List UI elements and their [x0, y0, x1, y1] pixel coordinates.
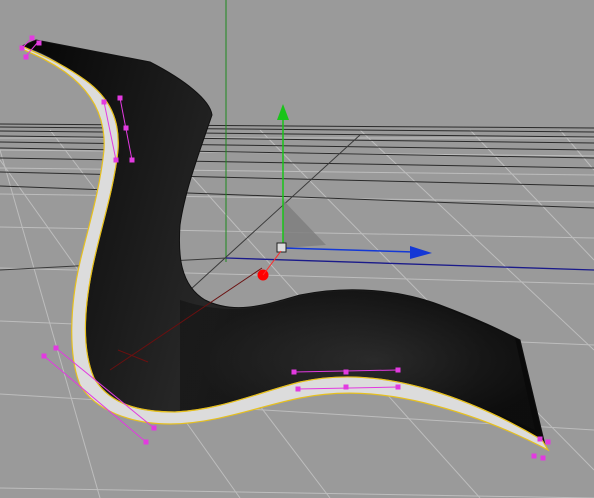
square-handle-icon[interactable]	[129, 157, 135, 163]
gizmo-x-axis[interactable]	[282, 247, 415, 253]
square-handle-icon[interactable]	[295, 386, 301, 392]
3d-viewport[interactable]	[0, 0, 594, 498]
gizmo-center-handle[interactable]	[276, 242, 287, 253]
square-handle-icon[interactable]	[53, 345, 59, 351]
square-handle-icon[interactable]	[395, 384, 401, 390]
square-handle-icon[interactable]	[29, 35, 35, 41]
square-handle-icon[interactable]	[537, 436, 543, 442]
gizmo-y-arrow-icon[interactable]	[277, 104, 289, 120]
square-handle-icon[interactable]	[123, 125, 129, 131]
square-handle-icon[interactable]	[395, 367, 401, 373]
square-handle-icon[interactable]	[540, 455, 546, 461]
square-handle-icon[interactable]	[19, 45, 25, 51]
square-handle-icon[interactable]	[531, 453, 537, 459]
gizmo-x-arrow-icon[interactable]	[410, 246, 432, 259]
square-handle-icon[interactable]	[151, 425, 157, 431]
square-handle-icon[interactable]	[101, 99, 107, 105]
square-handle-icon[interactable]	[343, 369, 349, 375]
square-handle-icon[interactable]	[36, 40, 42, 46]
square-handle-icon[interactable]	[545, 439, 551, 445]
square-handle-icon[interactable]	[291, 369, 297, 375]
gizmo-plane-shadow	[283, 200, 326, 248]
square-handle-icon[interactable]	[23, 54, 29, 60]
square-handle-icon[interactable]	[117, 95, 123, 101]
square-handle-icon[interactable]	[343, 384, 349, 390]
world-x-axis	[225, 257, 594, 271]
square-handle-icon[interactable]	[143, 439, 149, 445]
viewport-scene[interactable]	[0, 0, 594, 498]
square-handle-icon[interactable]	[113, 157, 119, 163]
square-handle-icon[interactable]	[41, 353, 47, 359]
